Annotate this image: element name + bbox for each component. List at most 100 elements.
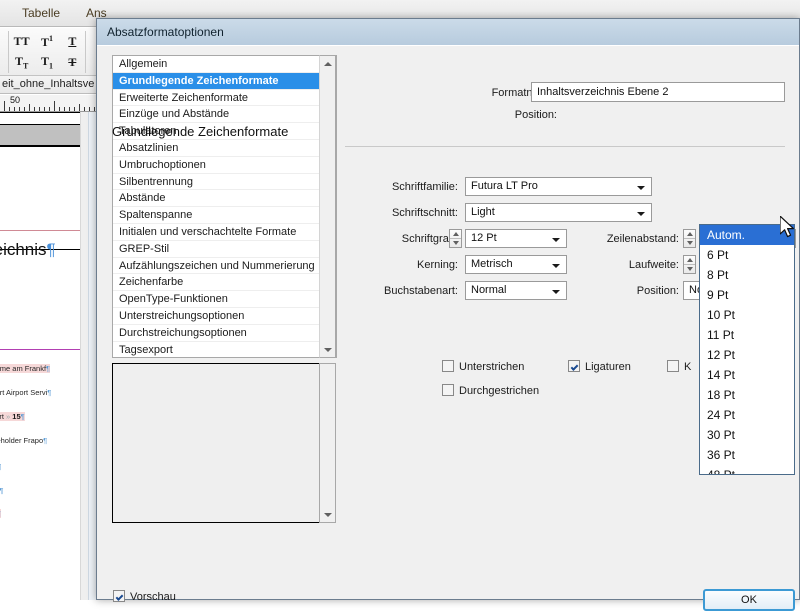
leading-option-24-pt[interactable]: 24 Pt [700, 405, 794, 425]
preview-checkbox[interactable]: Vorschau [113, 590, 176, 603]
toc-entry-text: j. AG Frankfurt Airport Servi [0, 388, 47, 397]
nav-item-spaltenspanne[interactable]: Spaltenspanne [113, 207, 336, 224]
strikethrough-icon[interactable]: T [68, 55, 76, 70]
leading-option-36-pt[interactable]: 36 Pt [700, 445, 794, 465]
nav-item-zeichenfarbe[interactable]: Zeichenfarbe [113, 274, 336, 291]
leading-option-48-pt[interactable]: 48 Pt [700, 465, 794, 475]
section-title: Grundlegende Zeichenformate [112, 124, 288, 139]
leading-option-30-pt[interactable]: 30 Pt [700, 425, 794, 445]
checkbox-unterstrichen[interactable]: Unterstrichen [442, 360, 524, 373]
leading-stepper[interactable] [683, 229, 696, 248]
paragraph-style-options-dialog: Absatzformatoptionen AllgemeinGrundlegen… [96, 18, 800, 600]
superscript-icon[interactable]: T1 [41, 34, 53, 50]
leading-option-10-pt[interactable]: 10 Pt [700, 305, 794, 325]
checkbox-box[interactable] [442, 360, 454, 372]
nav-list-scrollbar[interactable] [319, 55, 336, 358]
nav-item-silbentrennung[interactable]: Silbentrennung [113, 174, 336, 191]
tracking-label: Laufweite: [577, 259, 679, 271]
toc-entry: ikation Fraport » 15¶ [0, 412, 25, 421]
document-heading: erzeichnis¶ [0, 240, 56, 260]
options-nav-list[interactable]: AllgemeinGrundlegende ZeichenformateErwe… [112, 55, 337, 358]
leading-option-18-pt[interactable]: 18 Pt [700, 385, 794, 405]
preview-checkbox-label: Vorschau [130, 591, 176, 603]
toc-entry: Bringer » 25¶ [0, 509, 1, 518]
checkbox-label: Unterstrichen [459, 361, 524, 373]
nav-item-aufz-hlungszeichen-und-nummerierung[interactable]: Aufzählungszeichen und Nummerierung [113, 258, 336, 275]
checkbox-box[interactable] [113, 590, 125, 602]
nav-item-durchstreichungsoptionen[interactable]: Durchstreichungsoptionen [113, 325, 336, 342]
checkbox-box[interactable] [568, 360, 580, 372]
font-size-stepper[interactable] [449, 229, 462, 248]
case-combo[interactable]: Normal [465, 281, 567, 300]
toc-page-number: 15 [12, 412, 20, 421]
leading-label: Zeilenabstand: [577, 233, 679, 245]
checkbox-kapitaelchen[interactable]: K [667, 360, 691, 373]
font-style-combo[interactable]: Light [465, 203, 652, 222]
small-caps-icon[interactable]: TT [15, 54, 28, 70]
leading-option-11-pt[interactable]: 11 Pt [700, 325, 794, 345]
checkbox-durchgestrichen[interactable]: Durchgestrichen [442, 384, 539, 397]
dialog-titlebar[interactable]: Absatzformatoptionen [97, 19, 799, 45]
position-field-label: Position: [577, 285, 679, 297]
pilcrow-mark: ¶ [46, 364, 50, 373]
ruler-label: 50 [10, 95, 20, 105]
style-preview-pane [112, 363, 320, 523]
nav-item-grundlegende-zeichenformate[interactable]: Grundlegende Zeichenformate [113, 73, 336, 90]
leading-option-14-pt[interactable]: 14 Pt [700, 365, 794, 385]
tracking-stepper[interactable] [683, 255, 696, 274]
checkbox-box[interactable] [667, 360, 679, 372]
nav-item-initialen-und-verschachtelte-formate[interactable]: Initialen und verschachtelte Formate [113, 224, 336, 241]
toc-entry: d Platzprobleme am Frankf¶ [0, 364, 50, 373]
toc-entry: chaften » 22¶ [0, 462, 1, 471]
font-family-combo[interactable]: Futura LT Pro [465, 177, 652, 196]
scroll-down-arrow-icon[interactable] [320, 342, 335, 357]
nav-item-unterstreichungsoptionen[interactable]: Unterstreichungsoptionen [113, 308, 336, 325]
checkbox-ligaturen[interactable]: Ligaturen [568, 360, 631, 373]
chevron-down-icon [637, 212, 645, 216]
kerning-combo[interactable]: Metrisch [465, 255, 567, 274]
section-divider [345, 146, 785, 147]
toc-entry-text: d Platzprobleme am Frankf [0, 364, 46, 373]
character-format-button-group[interactable]: TT T1 T TT T1 T [8, 31, 86, 73]
all-caps-icon[interactable]: TT [14, 34, 30, 49]
chevron-down-icon [552, 264, 560, 268]
checkbox-label: Durchgestrichen [459, 385, 539, 397]
checkbox-label: Ligaturen [585, 361, 631, 373]
dialog-title: Absatzformatoptionen [107, 25, 224, 39]
font-size-combo[interactable]: 12 Pt [465, 229, 567, 248]
scroll-up-arrow-icon[interactable] [320, 56, 335, 71]
pilcrow-mark: ¶ [0, 486, 3, 495]
chevron-down-icon [552, 238, 560, 242]
leading-option-6-pt[interactable]: 6 Pt [700, 245, 794, 265]
preview-pane-scrollbar[interactable] [319, 363, 336, 523]
document-vertical-scrollbar[interactable] [88, 112, 96, 600]
checkbox-label: K [684, 361, 691, 373]
underline-icon[interactable]: T [68, 34, 76, 49]
position-label: Position: [427, 109, 557, 121]
font-family-label: Schriftfamilie: [345, 181, 458, 193]
nav-item-abst-nde[interactable]: Abstände [113, 190, 336, 207]
format-name-input[interactable]: Inhaltsverzeichnis Ebene 2 [531, 82, 785, 102]
pilcrow-mark: ¶ [43, 436, 47, 445]
pasteboard [80, 112, 88, 600]
nav-item-erweiterte-zeichenformate[interactable]: Erweiterte Zeichenformate [113, 90, 336, 107]
leading-option-8-pt[interactable]: 8 Pt [700, 265, 794, 285]
nav-item-tagsexport[interactable]: Tagsexport [113, 342, 336, 358]
nav-item-umbruchoptionen[interactable]: Umbruchoptionen [113, 157, 336, 174]
leading-dropdown-list[interactable]: Autom.6 Pt8 Pt9 Pt10 Pt11 Pt12 Pt14 Pt18… [699, 224, 795, 475]
nav-item-grep-stil[interactable]: GREP-Stil [113, 241, 336, 258]
ok-button[interactable]: OK [703, 589, 795, 611]
nav-item-einz-ge-und-abst-nde[interactable]: Einzüge und Abstände [113, 106, 336, 123]
toc-entry: j. AG Frankfurt Airport Servi¶ [0, 388, 51, 397]
leading-option-9-pt[interactable]: 9 Pt [700, 285, 794, 305]
menu-item-tabelle[interactable]: Tabelle [22, 6, 60, 20]
nav-item-allgemein[interactable]: Allgemein [113, 56, 336, 73]
pilcrow-mark: ¶ [47, 388, 51, 397]
checkbox-box[interactable] [442, 384, 454, 396]
preview-scroll-down-arrow-icon[interactable] [320, 507, 335, 522]
nav-item-opentype-funktionen[interactable]: OpenType-Funktionen [113, 291, 336, 308]
kerning-label: Kerning: [345, 259, 458, 271]
leading-option-12-pt[interactable]: 12 Pt [700, 345, 794, 365]
nav-item-absatzlinien[interactable]: Absatzlinien [113, 140, 336, 157]
subscript-icon[interactable]: T1 [41, 54, 53, 70]
